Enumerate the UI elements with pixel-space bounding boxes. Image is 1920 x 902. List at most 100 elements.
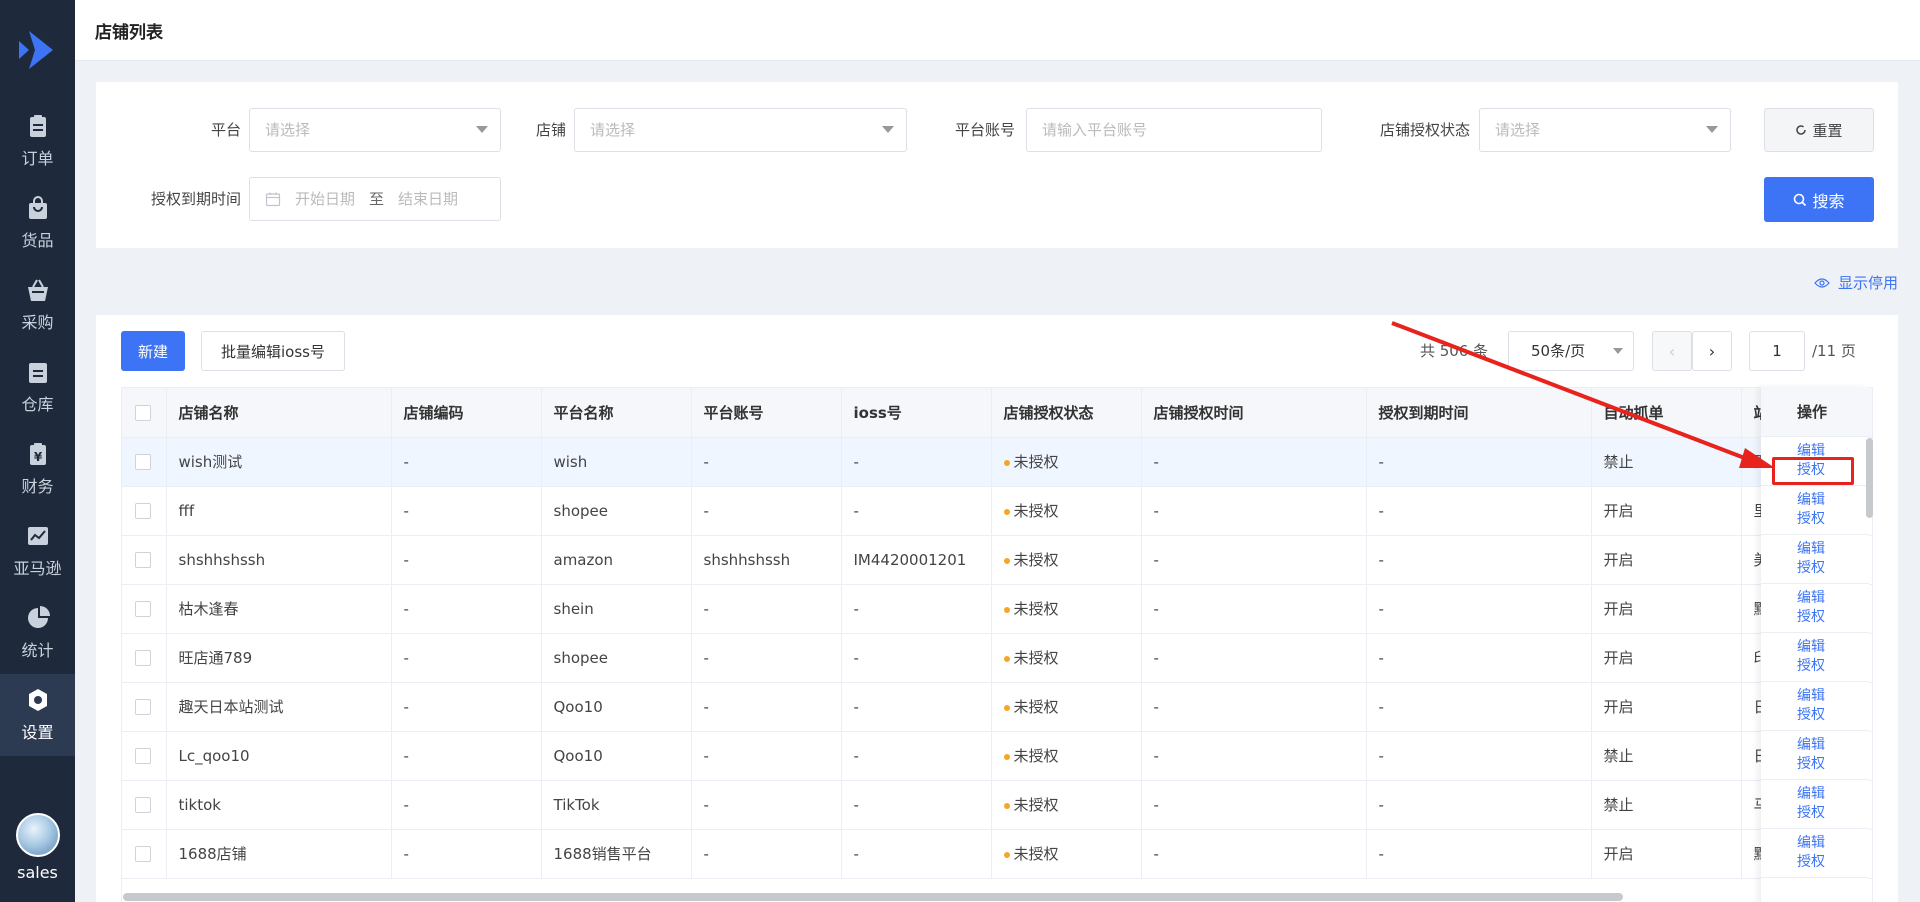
cell-account: - [691, 731, 842, 781]
table-row[interactable]: 旺店通789-shopee--未授权--开启印 [122, 633, 1872, 683]
edit-link[interactable]: 编辑 [1797, 540, 1869, 559]
row-checkbox[interactable] [135, 601, 151, 617]
cell-auth_time: - [1141, 780, 1367, 830]
table-row[interactable]: 1688店铺-1688销售平台--未授权--开启默 [122, 829, 1872, 879]
row-checkbox-cell[interactable] [122, 437, 167, 487]
status-badge: 未授权 [1013, 551, 1059, 569]
cell-code: - [391, 584, 542, 634]
reset-button[interactable]: 重置 [1764, 108, 1874, 152]
start-date-placeholder[interactable]: 开始日期 [295, 178, 355, 220]
edit-link[interactable]: 编辑 [1797, 589, 1869, 608]
table-row[interactable]: Lc_qoo10-Qoo10--未授权--禁止日 [122, 731, 1872, 781]
row-checkbox[interactable] [135, 748, 151, 764]
next-page-button[interactable]: › [1692, 331, 1732, 371]
row-checkbox-cell[interactable] [122, 682, 167, 732]
ops-cell: 编辑 授权 [1761, 486, 1869, 535]
edit-link[interactable]: 编辑 [1797, 736, 1869, 755]
shop-select[interactable]: 请选择 [574, 108, 907, 152]
user-menu[interactable]: sales [0, 813, 75, 882]
expire-date-range[interactable]: 开始日期 至 结束日期 [249, 177, 501, 221]
batch-edit-ioss-button[interactable]: 批量编辑ioss号 [201, 331, 345, 371]
cell-account: shshhshssh [691, 535, 842, 585]
authorize-link[interactable]: 授权 [1797, 608, 1869, 627]
page-header: 店铺列表 [75, 0, 1920, 61]
gear-icon [28, 689, 47, 711]
select-all-checkbox[interactable] [135, 404, 151, 421]
row-checkbox[interactable] [135, 454, 151, 470]
account-input[interactable]: 请输入平台账号 [1026, 108, 1322, 152]
search-button[interactable]: 搜索 [1764, 177, 1874, 222]
cell-platform: Qoo10 [541, 731, 692, 781]
row-checkbox-cell[interactable] [122, 829, 167, 879]
sidebar-item-5[interactable]: 亚马逊 [0, 510, 75, 592]
row-checkbox-cell[interactable] [122, 535, 167, 585]
sidebar-item-7[interactable]: 设置 [0, 674, 75, 756]
status-badge: 未授权 [1013, 600, 1059, 618]
platform-placeholder: 请选择 [265, 121, 311, 139]
end-date-placeholder[interactable]: 结束日期 [398, 178, 458, 220]
platform-label: 平台 [210, 121, 241, 139]
row-checkbox[interactable] [135, 552, 151, 568]
authorize-link[interactable]: 授权 [1797, 755, 1869, 774]
show-disabled-toggle[interactable]: 显示停用 [1814, 272, 1898, 293]
auth-status-select[interactable]: 请选择 [1479, 108, 1731, 152]
authorize-link[interactable]: 授权 [1797, 559, 1869, 578]
row-checkbox-cell[interactable] [122, 486, 167, 536]
platform-select[interactable]: 请选择 [249, 108, 501, 152]
app-logo[interactable] [0, 0, 75, 100]
sidebar-item-4[interactable]: ¥ 财务 [0, 428, 75, 510]
table-row[interactable]: shshhshssh - amazon shshhshssh IM4420001201 未… [122, 535, 1872, 585]
horizontal-scrollbar[interactable] [123, 893, 1623, 901]
cell-account: - [691, 682, 842, 732]
vertical-scrollbar[interactable] [1866, 438, 1873, 518]
status-dot-icon [1003, 508, 1010, 515]
page-number-input[interactable]: 1 [1749, 331, 1805, 371]
select-all-checkbox-cell[interactable] [122, 388, 167, 438]
cell-name: 1688店铺 [166, 829, 392, 879]
row-checkbox-cell[interactable] [122, 584, 167, 634]
cell-ioss: - [841, 682, 992, 732]
cell-name: 枯木逢春 [166, 584, 392, 634]
avatar[interactable] [15, 813, 60, 857]
row-checkbox[interactable] [135, 797, 151, 813]
edit-link[interactable]: 编辑 [1797, 687, 1869, 706]
sidebar-item-0[interactable]: 订单 [0, 100, 75, 182]
authorize-link[interactable]: 授权 [1797, 510, 1869, 529]
sidebar: 订单 货品 采购 仓库 ¥ 财务 亚马逊 统计 设置 sales [0, 0, 75, 902]
cell-auth_time: - [1141, 584, 1367, 634]
sidebar-item-6[interactable]: 统计 [0, 592, 75, 674]
sidebar-item-1[interactable]: 货品 [0, 182, 75, 264]
new-button[interactable]: 新建 [121, 331, 185, 371]
cell-name: 旺店通789 [166, 633, 392, 683]
sidebar-item-2[interactable]: 采购 [0, 264, 75, 346]
row-checkbox-cell[interactable] [122, 731, 167, 781]
page-size-select[interactable]: 50条/页 [1508, 331, 1634, 371]
table-row[interactable]: wish测试-wish--未授权--禁止默 [122, 437, 1872, 487]
cell-code: - [391, 535, 542, 585]
authorize-link[interactable]: 授权 [1797, 657, 1869, 676]
authorize-link[interactable]: 授权 [1797, 853, 1869, 872]
edit-link[interactable]: 编辑 [1797, 785, 1869, 804]
row-checkbox[interactable] [135, 503, 151, 519]
table-row[interactable]: 枯木逢春-shein--未授权--开启默 [122, 584, 1872, 634]
table-row[interactable]: tiktok-TikTok--未授权--禁止马 [122, 780, 1872, 830]
edit-link[interactable]: 编辑 [1797, 491, 1869, 510]
table-row[interactable]: fff-shopee--未授权--开启里 [122, 486, 1872, 536]
highlight-box [1772, 457, 1854, 485]
row-checkbox[interactable] [135, 699, 151, 715]
status-badge: 未授权 [1013, 698, 1059, 716]
row-checkbox-cell[interactable] [122, 633, 167, 683]
table-row[interactable]: 趣天日本站测试-Qoo10--未授权--开启日 [122, 682, 1872, 732]
cell-platform: shopee [541, 486, 692, 536]
authorize-link[interactable]: 授权 [1797, 706, 1869, 725]
row-checkbox[interactable] [135, 650, 151, 666]
row-checkbox[interactable] [135, 846, 151, 862]
sidebar-item-3[interactable]: 仓库 [0, 346, 75, 428]
cell-ioss: - [841, 437, 992, 487]
authorize-link[interactable]: 授权 [1797, 804, 1869, 823]
edit-link[interactable]: 编辑 [1797, 638, 1869, 657]
cell-ioss: - [841, 486, 992, 536]
edit-link[interactable]: 编辑 [1797, 834, 1869, 853]
prev-page-button[interactable]: ‹ [1652, 331, 1692, 371]
row-checkbox-cell[interactable] [122, 780, 167, 830]
